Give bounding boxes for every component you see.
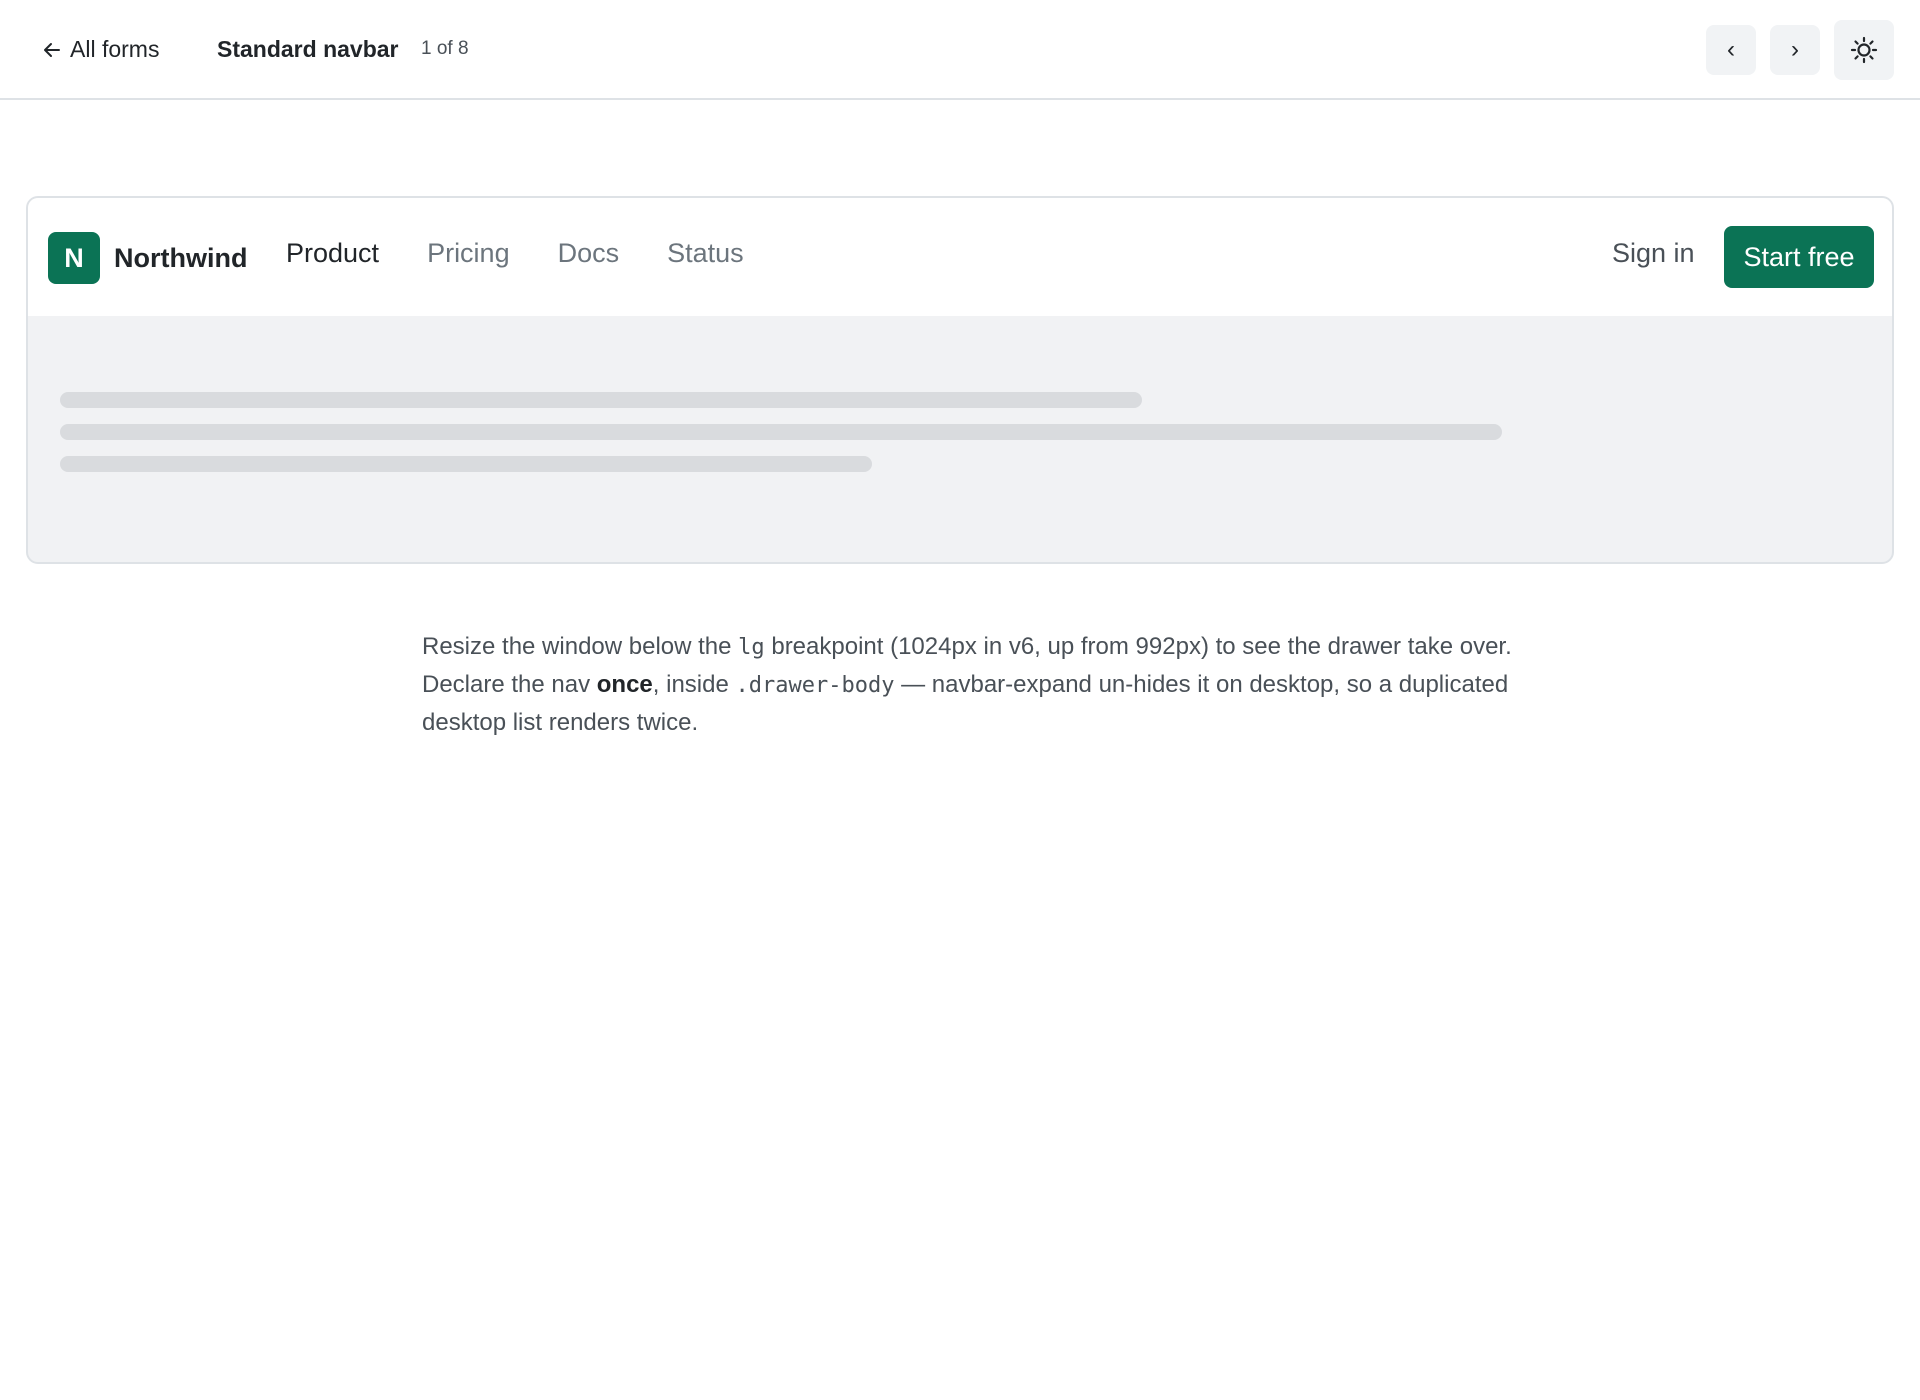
back-link-label: All forms (70, 36, 160, 62)
description-text: , inside (652, 671, 736, 698)
brand-name: Northwind (114, 242, 248, 273)
page-title: Standard navbar (217, 36, 399, 62)
form-description: Resize the window below the lg breakpoin… (422, 628, 1512, 741)
back-to-all-forms-link[interactable]: All forms (42, 36, 159, 63)
nav-item-status[interactable]: Status (667, 238, 744, 269)
sign-in-link[interactable]: Sign in (1612, 238, 1695, 269)
description-code-lg: lg (738, 635, 765, 660)
navbar-preview-card: N Northwind Product Pricing Docs Status … (26, 196, 1894, 564)
top-toolbar: All forms Standard navbar 1 of 8 ‹ › (0, 0, 1920, 100)
skeleton-line (60, 392, 1142, 408)
nav-links: Product Pricing Docs Status (286, 238, 792, 269)
description-emphasis: once (596, 671, 653, 698)
next-form-button[interactable]: › (1770, 25, 1820, 75)
sun-icon (1850, 36, 1878, 64)
theme-toggle-button[interactable] (1834, 20, 1894, 80)
brand-logo: N (48, 232, 100, 284)
description-text: Resize the window below the (422, 633, 739, 660)
nav-item-docs[interactable]: Docs (558, 238, 620, 269)
form-counter: 1 of 8 (421, 38, 469, 59)
arrow-left-icon (44, 42, 60, 57)
skeleton-line (60, 424, 1502, 440)
nav-item-product[interactable]: Product (286, 238, 379, 269)
skeleton-line (60, 456, 872, 472)
start-free-button[interactable]: Start free (1724, 226, 1874, 288)
brand-link[interactable]: N Northwind (48, 232, 247, 284)
nav-item-pricing[interactable]: Pricing (427, 238, 510, 269)
previous-form-button[interactable]: ‹ (1706, 25, 1756, 75)
demo-navbar: N Northwind Product Pricing Docs Status … (28, 198, 1892, 316)
description-code-drawer-body: .drawer-body (735, 673, 895, 698)
